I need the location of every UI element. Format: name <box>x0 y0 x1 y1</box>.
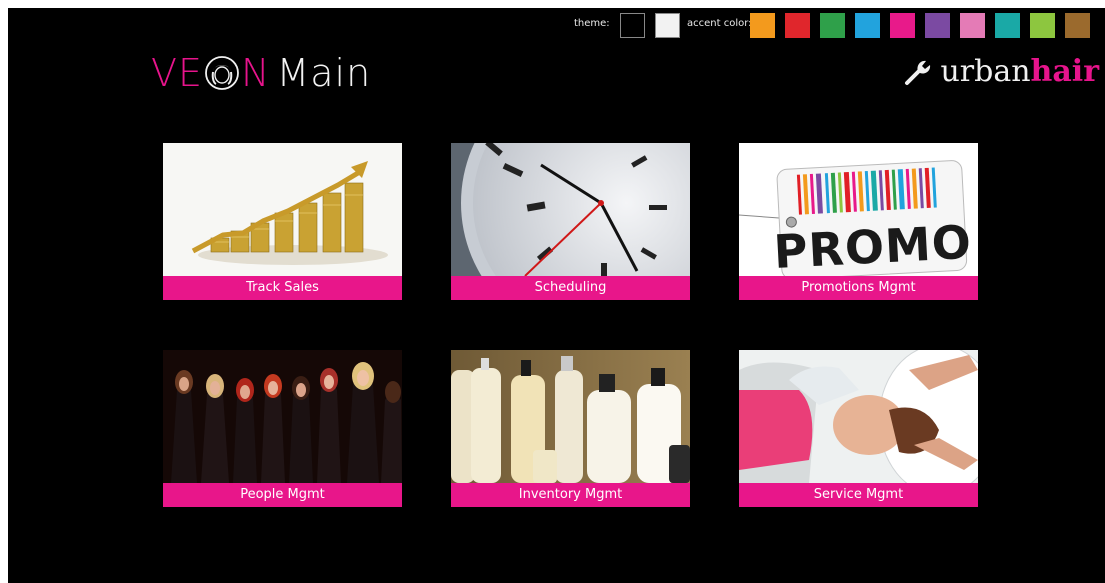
tile-label: Scheduling <box>451 276 690 300</box>
title-main: Main <box>276 51 372 95</box>
tile-inventory[interactable]: Inventory Mgmt <box>451 350 690 507</box>
tile-label: People Mgmt <box>163 483 402 507</box>
settings-bar: theme: accent color: <box>8 10 1105 40</box>
accent-swatch-pink[interactable] <box>960 13 985 38</box>
accent-swatch-green[interactable] <box>820 13 845 38</box>
stylists-group-image <box>163 350 402 483</box>
coins-growth-image <box>163 143 402 276</box>
accent-swatch-blue[interactable] <box>855 13 880 38</box>
brand-urban: urban <box>940 53 1031 89</box>
brand-logo: urban hair <box>904 46 1099 96</box>
tile-people[interactable]: People Mgmt <box>163 350 402 507</box>
app-title: VE N Main <box>151 48 371 98</box>
clock-image <box>451 143 690 276</box>
accent-swatch-brown[interactable] <box>1065 13 1090 38</box>
tile-label: Track Sales <box>163 276 402 300</box>
brand-hair: hair <box>1030 53 1099 89</box>
accent-swatch-lime[interactable] <box>1030 13 1055 38</box>
tile-label: Promotions Mgmt <box>739 276 978 300</box>
accent-swatch-purple[interactable] <box>925 13 950 38</box>
tile-label: Service Mgmt <box>739 483 978 507</box>
theme-swatch-dark[interactable] <box>620 13 645 38</box>
hair-wash-image <box>739 350 978 483</box>
tile-scheduling[interactable]: Scheduling <box>451 143 690 300</box>
tile-label: Inventory Mgmt <box>451 483 690 507</box>
wrench-icon <box>905 60 931 85</box>
promo-tag-image: PROMO <box>739 143 978 276</box>
accent-swatch-orange[interactable] <box>750 13 775 38</box>
accent-swatch-teal[interactable] <box>995 13 1020 38</box>
app-screen: theme: accent color: VE N Main urban hai… <box>8 8 1105 583</box>
title-prefix: VE <box>151 51 204 95</box>
tile-promotions[interactable]: PROMO Promotions Mgmt <box>739 143 978 300</box>
accent-color-label: accent color: <box>687 18 752 29</box>
accent-swatch-magenta[interactable] <box>890 13 915 38</box>
accent-swatch-red[interactable] <box>785 13 810 38</box>
theme-swatch-light[interactable] <box>655 13 680 38</box>
face-logo-icon <box>205 56 239 90</box>
product-bottles-image <box>451 350 690 483</box>
tile-track-sales[interactable]: Track Sales <box>163 143 402 300</box>
title-suffix: N <box>241 51 271 95</box>
svg-text:PROMO: PROMO <box>772 215 973 276</box>
theme-label: theme: <box>574 18 610 29</box>
tile-service[interactable]: Service Mgmt <box>739 350 978 507</box>
